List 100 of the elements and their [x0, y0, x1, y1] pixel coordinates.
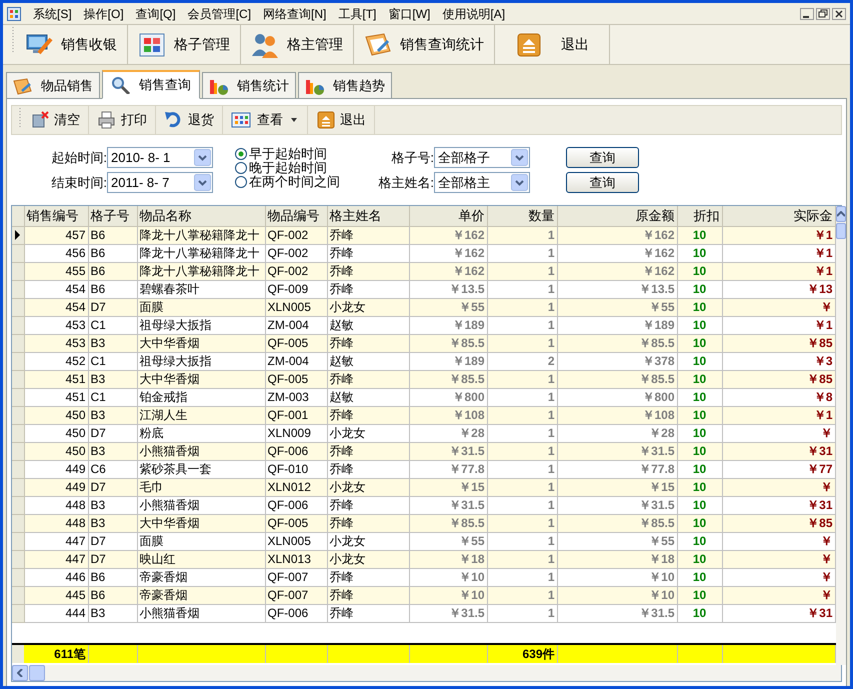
table-cell: QF-006	[265, 604, 327, 622]
table-cell: QF-010	[265, 460, 327, 478]
table-cell: ￥85.5	[409, 514, 487, 532]
toolbar-button[interactable]: 销售查询统计	[354, 25, 495, 64]
table-cell: ￥31.5	[409, 604, 487, 622]
radio-option[interactable]: 在两个时间之间	[235, 175, 340, 189]
table-cell: XLN005	[265, 298, 327, 316]
table-cell: 448	[24, 496, 88, 514]
restore-icon	[816, 8, 830, 20]
table-cell: 乔峰	[327, 514, 409, 532]
table-cell: ￥	[722, 586, 835, 604]
table-cell: ￥31.5	[557, 442, 677, 460]
table-cell: D7	[88, 532, 137, 550]
table-cell: 10	[677, 280, 722, 298]
horizontal-scrollbar[interactable]	[12, 665, 841, 681]
menu-item[interactable]: 工具[T]	[338, 4, 376, 22]
table-cell: 1	[487, 388, 557, 406]
table-cell: ￥	[722, 298, 835, 316]
menu-item[interactable]: 系统[S]	[33, 4, 72, 22]
table-cell: 10	[677, 316, 722, 334]
table-cell: 大中华香烟	[137, 370, 265, 388]
dropdown-field[interactable]: 2010- 8- 1	[107, 147, 213, 168]
table-cell: 2	[487, 352, 557, 370]
toolbar-button[interactable]: 销售收银	[15, 25, 128, 64]
scroll-thumb[interactable]	[836, 223, 846, 239]
toolbar-button[interactable]: 清空	[22, 106, 89, 134]
vertical-scrollbar[interactable]	[836, 206, 846, 665]
menu-item[interactable]: 窗口[W]	[388, 4, 430, 22]
table-cell: 赵敏	[327, 388, 409, 406]
table-cell: 降龙十八掌秘籍降龙十	[137, 244, 265, 262]
table-cell: 降龙十八掌秘籍降龙十	[137, 226, 265, 244]
toolbar-button[interactable]: 查看	[223, 106, 308, 134]
column-header[interactable]: 物品名称	[137, 206, 265, 226]
table-cell: 451	[24, 370, 88, 388]
toolbar-button[interactable]: 格主管理	[241, 25, 354, 64]
dropdown-field[interactable]: 2011- 8- 7	[107, 172, 213, 193]
dropdown-field[interactable]: 全部格子	[434, 147, 530, 168]
menu-item[interactable]: 会员管理[C]	[188, 4, 252, 22]
table-cell: ￥1	[722, 262, 835, 280]
column-header[interactable]: 原金额	[557, 206, 677, 226]
menu-item[interactable]: 使用说明[A]	[442, 4, 506, 22]
grid-icon	[231, 110, 251, 130]
column-header[interactable]: 销售编号	[24, 206, 88, 226]
row-pointer-icon	[14, 230, 20, 240]
radio-option[interactable]: 早于起始时间	[235, 147, 340, 161]
table-cell: ￥162	[409, 262, 487, 280]
scroll-thumb[interactable]	[29, 665, 45, 681]
radio-option[interactable]: 晚于起始时间	[235, 161, 340, 175]
column-header[interactable]: 数量	[487, 206, 557, 226]
table-cell: QF-002	[265, 262, 327, 280]
column-header[interactable]: 格子号	[88, 206, 137, 226]
toolbar-button[interactable]: 退货	[156, 106, 223, 134]
toolbar-button[interactable]: 打印	[89, 106, 156, 134]
column-header[interactable]: 折扣	[677, 206, 722, 226]
table-cell: ￥85.5	[409, 370, 487, 388]
exit-icon	[515, 30, 543, 58]
column-header[interactable]: 实际金	[722, 206, 835, 226]
table-cell: QF-002	[265, 226, 327, 244]
scroll-up-icon[interactable]	[836, 206, 846, 222]
dropdown-icon	[194, 149, 211, 166]
table-cell: D7	[88, 424, 137, 442]
menu-item[interactable]: 操作[O]	[84, 4, 124, 22]
tab[interactable]: 物品销售	[6, 72, 100, 98]
menu-item[interactable]: 网络查询[N]	[263, 4, 326, 22]
table-cell: 大中华香烟	[137, 514, 265, 532]
table-cell: B6	[88, 226, 137, 244]
table-cell: C1	[88, 352, 137, 370]
tab[interactable]: 销售趋势	[298, 72, 392, 98]
table-cell: ￥162	[557, 244, 677, 262]
table-cell: 453	[24, 334, 88, 352]
toolbar-button[interactable]: 退出	[308, 106, 375, 134]
tab[interactable]: 销售统计	[202, 72, 296, 98]
table-cell: QF-006	[265, 442, 327, 460]
query-button[interactable]: 查询	[566, 172, 639, 193]
table-cell: ￥	[722, 532, 835, 550]
table-cell: 457	[24, 226, 88, 244]
table-cell: ￥162	[557, 262, 677, 280]
table-cell: 乔峰	[327, 226, 409, 244]
tab[interactable]: 销售查询	[102, 70, 200, 99]
table-cell: 乔峰	[327, 568, 409, 586]
table-cell: 456	[24, 244, 88, 262]
table-cell: ￥3	[722, 352, 835, 370]
table-cell: QF-002	[265, 244, 327, 262]
dropdown-field[interactable]: 全部格主	[434, 172, 530, 193]
table-cell: ￥77	[722, 460, 835, 478]
table-cell: 10	[677, 514, 722, 532]
column-header[interactable]: 格主姓名	[327, 206, 409, 226]
table-cell: 10	[677, 262, 722, 280]
menu-item[interactable]: 查询[Q]	[136, 4, 176, 22]
scroll-left-icon[interactable]	[12, 665, 28, 681]
column-header[interactable]: 物品编号	[265, 206, 327, 226]
table-cell: ￥85	[722, 370, 835, 388]
table-cell: ￥10	[557, 568, 677, 586]
column-header[interactable]: 单价	[409, 206, 487, 226]
query-button[interactable]: 查询	[566, 147, 639, 168]
row-header[interactable]	[12, 226, 24, 244]
toolbar-button[interactable]: 退出	[495, 25, 610, 64]
table-cell: C6	[88, 460, 137, 478]
header-cell	[12, 206, 24, 226]
toolbar-button[interactable]: 格子管理	[128, 25, 241, 64]
